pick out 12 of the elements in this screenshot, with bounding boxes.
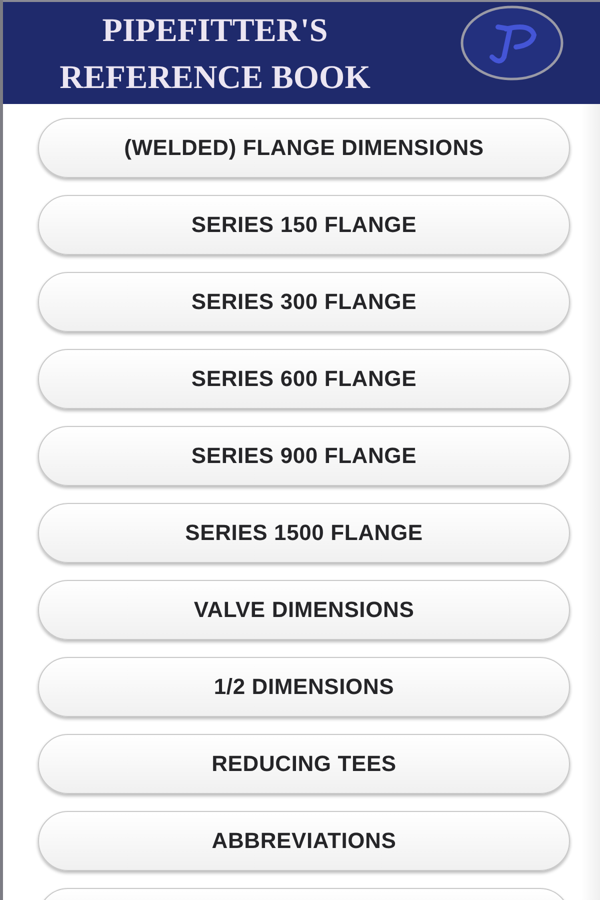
menu-button[interactable]: SERIES 1500 FLANGE [38, 503, 570, 563]
menu-button[interactable]: SERIES 900 FLANGE [38, 426, 570, 486]
menu-button[interactable]: SERIES 300 FLANGE [38, 272, 570, 332]
menu-button[interactable]: SERIES 150 FLANGE [38, 195, 570, 255]
menu-button[interactable]: REDUCING TEES [38, 734, 570, 794]
menu-button[interactable]: ABBREVIATIONS [38, 811, 570, 871]
menu-button[interactable]: SERIES 600 FLANGE [38, 349, 570, 409]
menu-button[interactable]: (WELDED) FLANGE DIMENSIONS [38, 118, 570, 178]
menu-button[interactable]: 1/2 DIMENSIONS [38, 657, 570, 717]
app-title: PIPEFITTER'S REFERENCE BOOK [58, 12, 372, 98]
menu-button[interactable]: VALVE DIMENSIONS [38, 580, 570, 640]
monogram-logo-icon [460, 5, 564, 81]
